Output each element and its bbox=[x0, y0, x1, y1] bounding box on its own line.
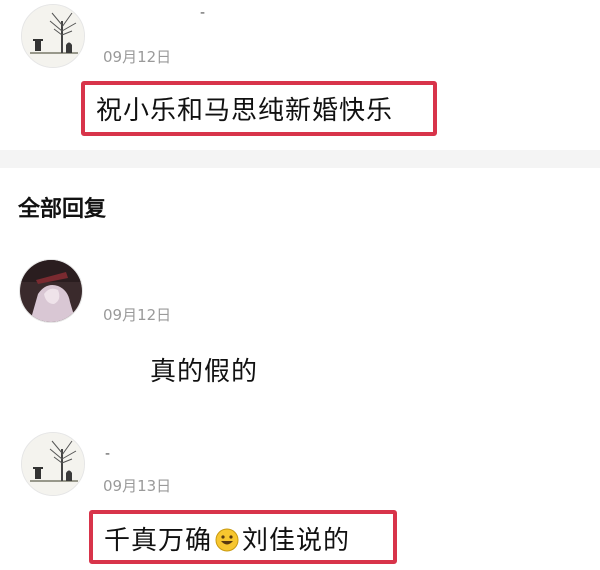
comment-date: 09月12日 bbox=[103, 48, 172, 66]
comment-text: 千真万确 刘佳说的 bbox=[104, 520, 350, 557]
smiley-face-icon bbox=[215, 528, 239, 552]
tree-avatar-icon[interactable] bbox=[21, 4, 85, 68]
reply-item: 09月12日 真的假的 bbox=[0, 255, 600, 405]
comment-text-before: 千真万确 bbox=[104, 526, 213, 556]
comment-text: 真的假的 bbox=[150, 357, 259, 387]
section-divider bbox=[0, 150, 600, 168]
section-title: 全部回复 bbox=[18, 197, 107, 222]
comment-text-after: 刘佳说的 bbox=[242, 526, 351, 556]
reply-item: - 09月13日 千真万确 刘佳说的 bbox=[0, 430, 600, 570]
tree-avatar-icon[interactable] bbox=[21, 432, 85, 496]
photo-avatar-icon[interactable] bbox=[19, 259, 83, 323]
comment-original: - 09月12日 祝小乐和马思纯新婚快乐 bbox=[0, 0, 600, 150]
comment-date: 09月13日 bbox=[103, 477, 172, 495]
username[interactable]: - bbox=[105, 446, 110, 462]
username[interactable]: - bbox=[200, 5, 205, 21]
comment-date: 09月12日 bbox=[103, 306, 172, 324]
comment-text: 祝小乐和马思纯新婚快乐 bbox=[96, 96, 394, 126]
